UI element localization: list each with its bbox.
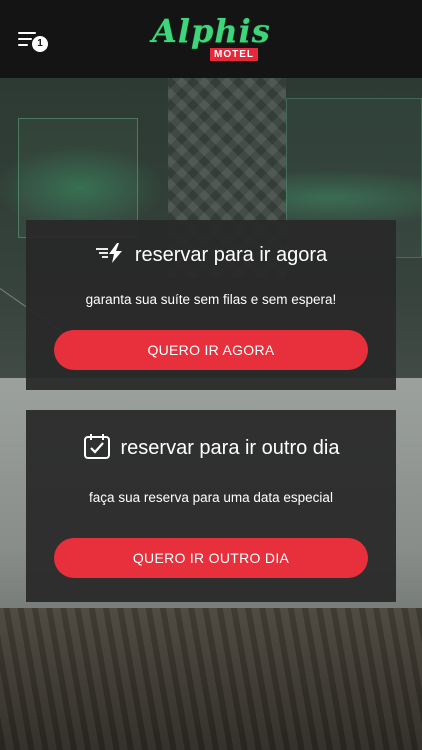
menu-button[interactable]: 1 <box>16 26 52 54</box>
reserve-now-card: reservar para ir agora garanta sua suíte… <box>26 220 396 390</box>
go-other-day-button[interactable]: QUERO IR OUTRO DIA <box>54 538 368 578</box>
menu-icon <box>18 32 36 34</box>
go-now-button[interactable]: QUERO IR AGORA <box>54 330 368 370</box>
app-logo: Alphis MOTEL <box>148 10 274 64</box>
card-title: reservar para ir agora <box>134 244 328 266</box>
calendar-check-icon <box>83 432 111 465</box>
logo-text: Alphis <box>152 12 271 50</box>
menu-icon-line <box>18 38 32 40</box>
reserve-other-day-card: reservar para ir outro dia faça sua rese… <box>26 410 396 602</box>
card-description: garanta sua suíte sem filas e sem espera… <box>85 292 337 307</box>
top-bar: 1 Alphis MOTEL <box>0 0 422 78</box>
fast-lightning-icon <box>95 242 125 269</box>
card-title: reservar para ir outro dia <box>120 437 340 459</box>
logo-subtitle: MOTEL <box>210 48 258 61</box>
menu-icon-line <box>18 44 28 46</box>
decor-floor <box>0 608 422 750</box>
card-header: reservar para ir agora <box>26 242 396 269</box>
card-description: faça sua reserva para uma data especial <box>89 490 333 505</box>
card-header: reservar para ir outro dia <box>26 432 396 465</box>
notification-badge: 1 <box>32 36 48 52</box>
